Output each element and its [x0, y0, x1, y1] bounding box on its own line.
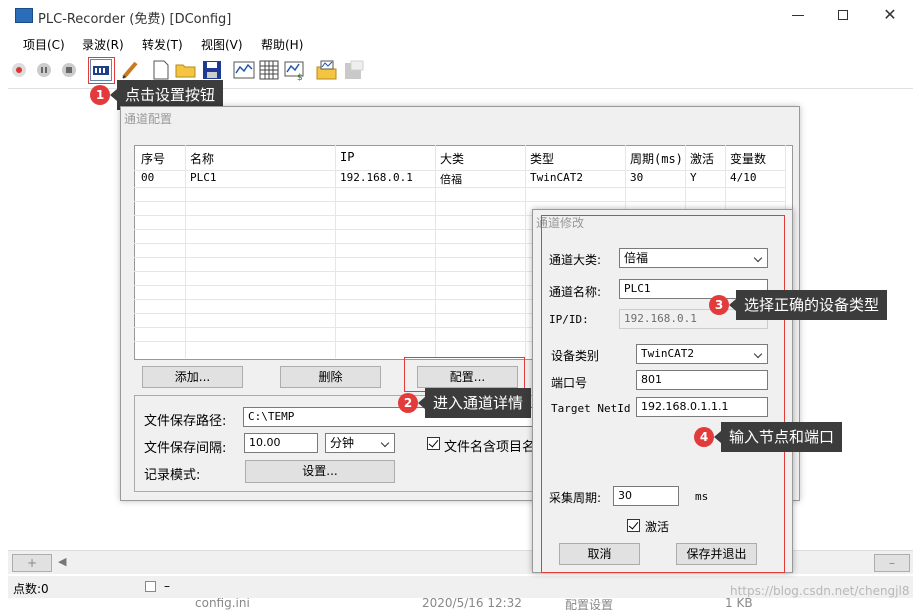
netid-input[interactable]: 192.168.0.1.1.1	[636, 397, 768, 417]
background-file-row: config.ini 2020/5/16 12:32 配置设置 1 KB	[125, 598, 921, 610]
annotation-badge-4: 4	[694, 427, 714, 447]
minimize-icon[interactable]	[792, 15, 804, 16]
open-data-icon[interactable]	[316, 59, 338, 81]
save-data-icon	[343, 59, 365, 81]
save-path-label: 文件保存路径:	[144, 414, 227, 429]
table-icon[interactable]	[258, 59, 280, 81]
cell-type: TwinCAT2	[530, 171, 583, 184]
col-header-type: 类型	[530, 152, 555, 166]
table-row[interactable]: 00 PLC1 192.168.0.1 倍福 TwinCAT2 30 Y 4/1…	[134, 170, 786, 188]
netid-label: Target NetId	[551, 402, 631, 415]
device-type-label: 设备类别	[551, 349, 600, 363]
period-unit: ms	[695, 490, 709, 503]
pause-icon[interactable]	[37, 63, 51, 77]
annotation-badge-1: 1	[90, 85, 110, 105]
scroll-left-icon[interactable]: ◀	[58, 555, 66, 568]
cell-category: 倍福	[440, 173, 462, 186]
col-header-category: 大类	[440, 152, 465, 166]
menu-help[interactable]: 帮助(H)	[261, 36, 303, 53]
chart-export-icon[interactable]: $	[284, 59, 306, 83]
stop-icon[interactable]	[62, 63, 76, 77]
remove-panel-button[interactable]: –	[874, 554, 910, 572]
highlight-configure-button	[404, 357, 525, 392]
annotation-callout-2: 进入通道详情	[417, 388, 532, 418]
annotation-callout-4: 输入节点和端口	[713, 422, 843, 452]
col-header-ip: IP	[340, 150, 355, 164]
annotation-badge-3: 3	[709, 295, 729, 315]
record-mode-settings-button[interactable]: 设置...	[245, 460, 395, 483]
menu-bar: 项目(C) 录波(R) 转发(T) 视图(V) 帮助(H)	[8, 32, 913, 56]
maximize-icon[interactable]	[838, 10, 848, 20]
device-type-select[interactable]: TwinCAT2	[636, 344, 768, 364]
cancel-button[interactable]: 取消	[559, 543, 640, 565]
channel-config-title: 通道配置	[124, 112, 173, 126]
col-header-name: 名称	[190, 152, 215, 166]
cell-active: Y	[690, 171, 697, 184]
save-interval-input[interactable]: 10.00	[244, 433, 318, 453]
save-exit-button[interactable]: 保存并退出	[676, 543, 757, 565]
menu-record[interactable]: 录波(R)	[82, 36, 124, 53]
col-header-varcount: 变量数	[730, 152, 767, 166]
name-label: 通道名称:	[549, 285, 602, 299]
new-file-icon[interactable]	[150, 59, 172, 81]
status-dash: –	[164, 579, 170, 593]
menu-view[interactable]: 视图(V)	[201, 36, 243, 53]
period-label: 采集周期:	[549, 491, 602, 505]
cell-period: 30	[630, 171, 644, 184]
cell-ip: 192.168.0.1	[340, 171, 413, 184]
grid-line	[134, 187, 786, 188]
add-panel-button[interactable]: +	[12, 554, 52, 572]
annotation-callout-3: 选择正确的设备类型	[728, 290, 888, 320]
record-mode-label: 记录模式:	[144, 468, 201, 483]
port-label: 端口号	[551, 376, 588, 390]
add-channel-button[interactable]: 添加...	[142, 366, 243, 388]
period-input[interactable]: 30	[613, 486, 679, 506]
points-count: 点数:0	[13, 582, 49, 596]
file-size: 1 KB	[725, 598, 753, 610]
cell-index: 00	[141, 171, 155, 184]
save-interval-unit-select[interactable]: 分钟	[325, 433, 395, 453]
watermark: https://blog.csdn.net/chengjl8	[730, 584, 910, 598]
close-icon[interactable]: ✕	[882, 7, 898, 23]
pencil-icon[interactable]	[120, 59, 142, 81]
trend-icon[interactable]	[233, 59, 255, 81]
grid-line	[134, 170, 786, 171]
grid-line	[134, 201, 786, 202]
file-name: config.ini	[195, 598, 250, 610]
svg-text:$: $	[297, 73, 303, 81]
port-input[interactable]: 801	[636, 370, 768, 390]
menu-project[interactable]: 项目(C)	[23, 36, 65, 53]
filename-project-checkbox[interactable]	[427, 437, 440, 450]
cell-varcount: 4/10	[730, 171, 757, 184]
save-icon[interactable]	[201, 59, 223, 81]
menu-forward[interactable]: 转发(T)	[142, 36, 183, 53]
title-bar: PLC-Recorder (免费) [DConfig] ✕	[0, 0, 921, 32]
window-title: PLC-Recorder (免费) [DConfig]	[38, 12, 232, 27]
record-icon[interactable]	[12, 63, 26, 77]
annotation-badge-2: 2	[398, 393, 418, 413]
category-select[interactable]: 倍福	[619, 248, 768, 268]
file-date: 2020/5/16 12:32	[422, 598, 522, 610]
status-checkbox[interactable]	[145, 581, 156, 592]
table-header-row: 序号 名称 IP 大类 类型 周期(ms) 激活 变量数	[134, 145, 786, 171]
delete-channel-button[interactable]: 删除	[280, 366, 381, 388]
col-header-active: 激活	[690, 152, 715, 166]
open-folder-icon[interactable]	[175, 59, 197, 81]
filename-project-label: 文件名含项目名称	[444, 440, 534, 455]
col-header-period: 周期(ms)	[630, 152, 683, 166]
ip-label: IP/ID:	[549, 313, 589, 326]
file-type: 配置设置	[565, 598, 614, 610]
active-checkbox[interactable]	[627, 519, 640, 532]
save-interval-label: 文件保存间隔:	[144, 441, 227, 456]
cell-name: PLC1	[190, 171, 217, 184]
category-label: 通道大类:	[549, 253, 602, 267]
active-label: 激活	[645, 520, 670, 534]
highlight-settings-button	[88, 57, 115, 84]
col-header-index: 序号	[141, 152, 166, 166]
app-icon	[15, 8, 33, 23]
